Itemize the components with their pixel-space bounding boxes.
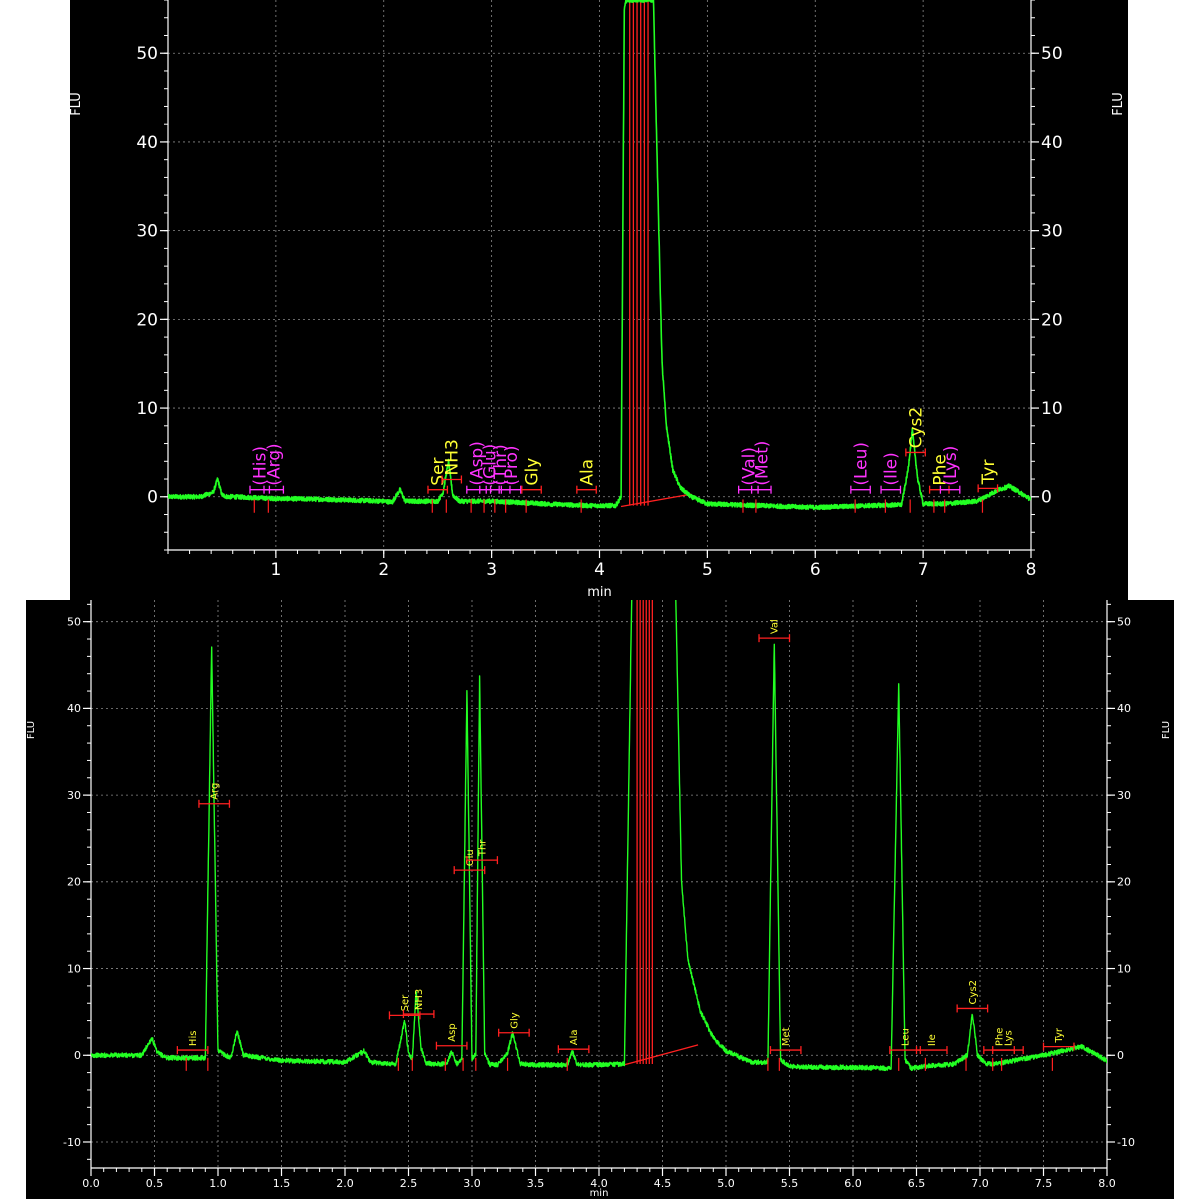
x-tick-label: 2.5 bbox=[400, 1177, 418, 1190]
y-tick-label-right: 20 bbox=[1041, 310, 1063, 330]
x-tick-label: 7 bbox=[918, 560, 929, 580]
chromatogram-figure: 1 2 3 4 5 6 7 8 0 0 10 10 20 20 30 30 40 40 50 50 min FLU FLU (… bbox=[0, 0, 1199, 1199]
y-tick-label-right: 50 bbox=[1041, 44, 1063, 64]
y-tick-label-right: 10 bbox=[1041, 399, 1063, 419]
y-tick-label-right: 40 bbox=[1117, 702, 1131, 715]
peak-label: Gly bbox=[509, 1012, 520, 1029]
x-tick-label: 4.5 bbox=[654, 1177, 672, 1190]
chart-background bbox=[70, 0, 1128, 600]
x-tick-label: 3.5 bbox=[527, 1177, 545, 1190]
peak-label: Ala bbox=[578, 459, 598, 486]
x-tick-label: 6 bbox=[810, 560, 821, 580]
y-tick-label-right: 30 bbox=[1041, 222, 1063, 242]
peak-label: Lys bbox=[1003, 1030, 1014, 1046]
x-tick-label: 4 bbox=[594, 560, 605, 580]
x-tick-label: 0.5 bbox=[146, 1177, 164, 1190]
peak-label: (Lys) bbox=[941, 446, 961, 486]
peak-label: Ser bbox=[400, 994, 411, 1012]
peak-label: Leu bbox=[901, 1028, 912, 1046]
peak-label: Asp bbox=[447, 1023, 458, 1041]
y-tick-label-left: 10 bbox=[67, 962, 81, 975]
x-tick-label: 3 bbox=[486, 560, 497, 580]
chart-background bbox=[26, 600, 1174, 1199]
peak-label: (Ile) bbox=[882, 452, 902, 485]
y-axis-label-left: FLU bbox=[26, 721, 37, 739]
peak-label: Ile bbox=[927, 1034, 938, 1046]
y-tick-label-left: 0 bbox=[147, 488, 158, 508]
peak-label: (Pro) bbox=[502, 445, 522, 485]
peak-label: Arg bbox=[210, 783, 221, 800]
x-tick-label: 6.0 bbox=[844, 1177, 862, 1190]
peak-label: NH3 bbox=[414, 989, 425, 1010]
y-tick-label-right: 30 bbox=[1117, 789, 1131, 802]
x-tick-label: 2 bbox=[378, 560, 389, 580]
peak-label: Cys2 bbox=[968, 980, 979, 1004]
y-tick-label-right: 40 bbox=[1041, 133, 1063, 153]
y-tick-label-left: 50 bbox=[67, 616, 81, 629]
peak-label: (Leu) bbox=[852, 442, 872, 486]
y-tick-label-left: 30 bbox=[136, 222, 158, 242]
y-tick-label-right: 50 bbox=[1117, 616, 1131, 629]
y-tick-label-right: 0 bbox=[1041, 488, 1052, 508]
peak-label: Cys2 bbox=[907, 407, 927, 449]
chart-panel-1: 1 2 3 4 5 6 7 8 0 0 10 10 20 20 30 30 40 40 50 50 min FLU FLU (… bbox=[69, 0, 1128, 600]
y-tick-label-left: 30 bbox=[67, 789, 81, 802]
y-tick-label-right: 20 bbox=[1117, 876, 1131, 889]
y-tick-label-left: 40 bbox=[136, 133, 158, 153]
y-tick-label-right: 0 bbox=[1117, 1049, 1124, 1062]
y-tick-label-left: 20 bbox=[136, 310, 158, 330]
y-tick-label-left: 10 bbox=[136, 399, 158, 419]
peak-label: Tyr bbox=[979, 460, 999, 486]
peak-label: (Arg) bbox=[265, 443, 285, 485]
x-tick-label: 7.5 bbox=[1035, 1177, 1053, 1190]
peak-label: (Met) bbox=[752, 441, 772, 486]
x-tick-label: 1.5 bbox=[273, 1177, 291, 1190]
x-tick-label: 3.0 bbox=[463, 1177, 481, 1190]
y-tick-label-right: -10 bbox=[1117, 1136, 1135, 1149]
peak-label: Val bbox=[770, 619, 781, 634]
y-tick-label-left: -10 bbox=[63, 1136, 81, 1149]
x-axis-label: min bbox=[587, 585, 612, 600]
peak-label: Gly bbox=[522, 458, 542, 486]
y-tick-label-left: 50 bbox=[136, 44, 158, 64]
x-tick-label: 7.0 bbox=[971, 1177, 989, 1190]
x-tick-label: 5.0 bbox=[717, 1177, 735, 1190]
y-tick-label-left: 40 bbox=[67, 702, 81, 715]
y-axis-label-right: FLU bbox=[1111, 92, 1126, 116]
x-tick-label: 0.0 bbox=[82, 1177, 100, 1190]
peak-label: Met bbox=[781, 1027, 792, 1046]
peak-label: NH3 bbox=[443, 439, 463, 475]
y-axis-label-right: FLU bbox=[1161, 721, 1172, 739]
x-tick-label: 6.5 bbox=[908, 1177, 926, 1190]
peak-label: Ala bbox=[569, 1029, 580, 1045]
x-tick-label: 5.5 bbox=[781, 1177, 799, 1190]
y-axis-label-left: FLU bbox=[69, 92, 84, 116]
peak-label: Tyr bbox=[1054, 1027, 1065, 1043]
x-axis-label: min bbox=[590, 1188, 609, 1199]
x-tick-label: 1.0 bbox=[209, 1177, 227, 1190]
x-tick-label: 2.0 bbox=[336, 1177, 354, 1190]
peak-label: Thr bbox=[478, 839, 489, 857]
chromatogram-page: 1 2 3 4 5 6 7 8 0 0 10 10 20 20 30 30 40 40 50 50 min FLU FLU (… bbox=[0, 0, 1199, 1199]
x-tick-label: 1 bbox=[270, 560, 281, 580]
x-tick-label: 8 bbox=[1026, 560, 1037, 580]
y-tick-label-left: 0 bbox=[74, 1049, 81, 1062]
y-tick-label-right: 10 bbox=[1117, 962, 1131, 975]
x-tick-label: 5 bbox=[702, 560, 713, 580]
chart-panel-2: 0.0 0.5 1.0 1.5 2.0 2.5 3.0 3.5 4.0 4.5 5.0 5.5 6.0 6… bbox=[26, 600, 1174, 1199]
peak-label: His bbox=[188, 1031, 199, 1047]
y-tick-label-left: 20 bbox=[67, 876, 81, 889]
x-tick-label: 8.0 bbox=[1098, 1177, 1116, 1190]
